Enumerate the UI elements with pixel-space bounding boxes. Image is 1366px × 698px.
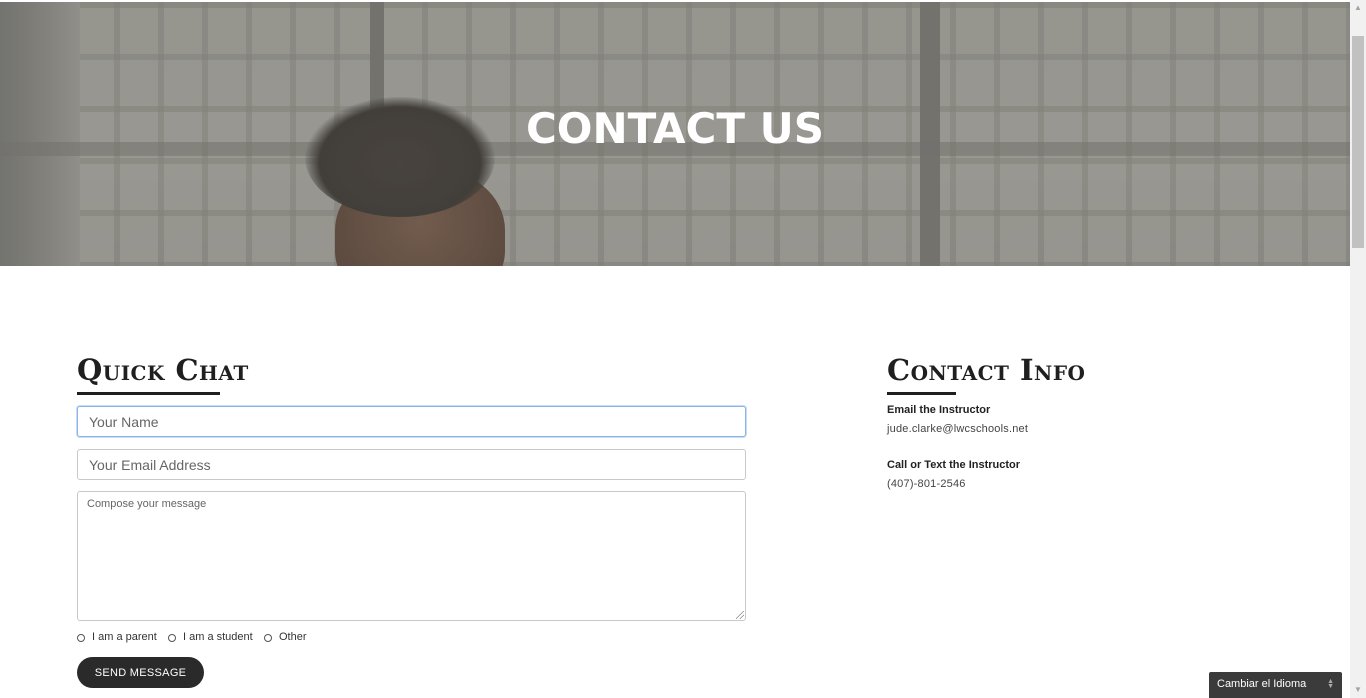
send-message-button[interactable]: SEND MESSAGE [77,657,204,688]
hero-banner: CONTACT US [0,2,1350,266]
radio-circle-icon[interactable] [168,634,176,642]
scrollbar-thumb[interactable] [1352,36,1364,248]
name-input-placeholder: Your Name [89,414,159,430]
quick-chat-heading: Quick Chat [77,353,249,387]
radio-student-label: I am a student [183,631,253,643]
radio-other-label: Other [279,631,307,643]
contact-info-heading: Contact Info [887,353,1086,387]
instructor-phone[interactable]: (407)-801-2546 [887,478,966,490]
message-textarea[interactable]: Compose your message [77,491,746,621]
email-input-placeholder: Your Email Address [89,457,211,473]
contact-info-underline [887,392,956,395]
quick-chat-underline [77,392,220,395]
updown-arrows-icon: ▲ ▼ [1327,678,1334,690]
email-instructor-label: Email the Instructor [887,404,991,416]
email-input[interactable]: Your Email Address [77,449,746,480]
vertical-scrollbar[interactable]: ▲ ▼ [1350,0,1366,698]
radio-circle-icon[interactable] [77,634,85,642]
radio-circle-icon[interactable] [264,634,272,642]
language-switcher-label: Cambiar el Idioma [1217,678,1307,690]
scroll-down-icon[interactable]: ▼ [1350,682,1366,698]
language-switcher[interactable]: Cambiar el Idioma ▲ ▼ [1209,672,1342,698]
resize-handle-icon[interactable] [736,611,744,619]
instructor-email[interactable]: jude.clarke@lwcschools.net [887,423,1028,435]
name-input[interactable]: Your Name [77,406,746,437]
message-placeholder: Compose your message [87,498,207,510]
scroll-up-icon[interactable]: ▲ [1350,0,1366,16]
page-title: CONTACT US [525,104,825,153]
call-instructor-label: Call or Text the Instructor [887,459,1021,471]
radio-parent-label: I am a parent [92,631,157,643]
